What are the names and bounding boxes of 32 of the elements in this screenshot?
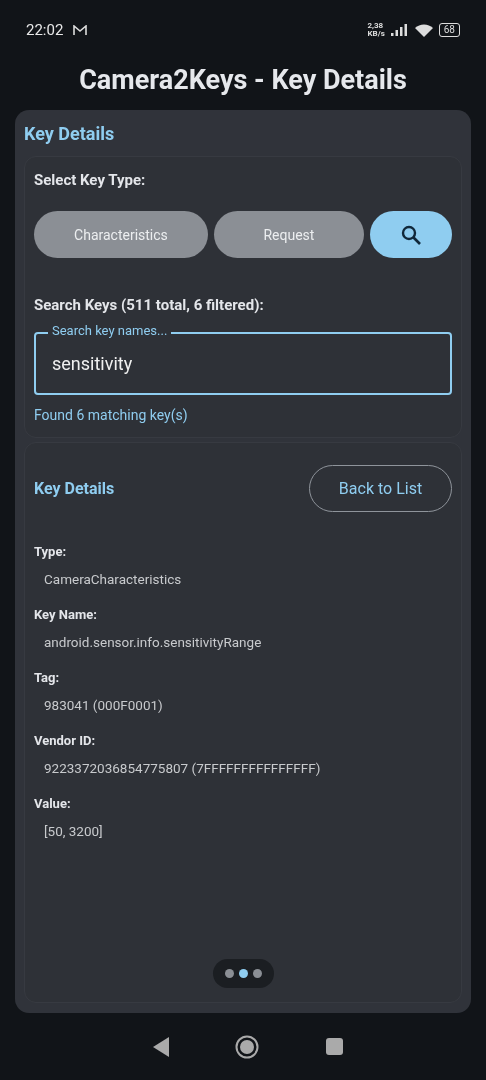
status-time: 22:02 [26,21,64,39]
details-heading: Key Details [34,479,115,498]
search-button[interactable] [370,211,452,258]
field-value: android.sensor.info.sensitivityRange [44,634,263,650]
field-value: 983041 (000F0001) [44,697,164,713]
field-name: Vendor ID: [34,733,97,748]
panel-heading: Key Details [24,123,116,144]
mail-icon [73,24,88,36]
search-label: Search Keys (511 total, 6 filtered): [34,296,265,314]
back-icon[interactable] [153,1036,170,1057]
page-dot[interactable] [252,969,262,978]
signal-icon [390,24,409,36]
key-type-label: Select Key Type: [34,171,147,189]
field-name: Value: [34,796,72,811]
field-name: Type: [34,544,68,559]
battery-indicator: 68 [438,23,460,37]
network-speed: 2,38 KB/s [367,22,385,38]
app-title: Camera2Keys - Key Details [78,64,408,96]
field-label: Search key names... [48,322,172,340]
result-count: Found 6 matching key(s) [34,407,189,423]
field-name: Key Name: [34,607,98,622]
field-value: 9223372036854775807 (7FFFFFFFFFFFFFFF) [44,760,322,776]
field-value: [50, 3200] [44,823,104,839]
field-name: Tag: [34,670,61,685]
page-dot[interactable] [224,969,234,978]
recents-icon[interactable] [325,1038,343,1055]
page-dot[interactable] [238,969,248,978]
search-input[interactable]: sensitivity [36,353,450,374]
home-icon[interactable] [235,1034,260,1059]
search-icon [400,223,422,246]
field-value: CameraCharacteristics [44,571,183,587]
wifi-icon [414,23,433,37]
